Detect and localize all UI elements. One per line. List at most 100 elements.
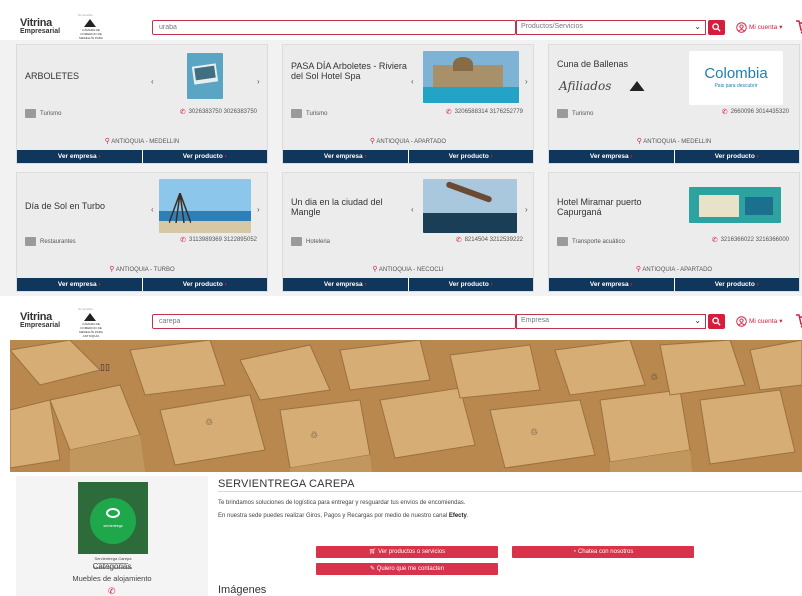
sector-icon [291,109,302,118]
phone-icon: ✆ [179,109,186,116]
card-title[interactable]: Cuna de Ballenas [557,59,675,69]
logo-line2: Empresarial [20,322,61,329]
card-phone: ✆ 8214504 3212539222 [455,237,523,244]
ver-producto-button[interactable]: Ver producto › [141,150,267,163]
servientrega-icon [106,508,120,518]
location-pin-icon: ⚲ [372,266,378,273]
search-input[interactable] [152,313,516,329]
card-image[interactable] [423,51,519,103]
signature-logo: Afiliados [559,79,612,93]
logo-line1: Vitrina [20,17,52,29]
card-sector: Restaurantes [25,237,76,246]
company-sidebar: servientrega Servientrega Carepa Mundo d… [16,476,208,596]
edit-icon: ✎ [369,566,375,572]
card-title[interactable]: ARBOLETES [25,71,143,81]
chevron-right-icon: › [490,153,493,160]
chevron-right-icon[interactable]: › [525,205,528,214]
card-image[interactable] [689,187,781,223]
ver-producto-button[interactable]: Ver producto › [673,150,799,163]
category-select[interactable]: Empresa ⌄ [516,313,706,329]
chevron-right-icon: › [224,153,227,160]
category-value[interactable]: Muebles de alojamiento [16,574,208,583]
phone-icon[interactable]: ✆ [108,586,116,596]
chat-button[interactable]: ◔ Chatea con nosotros [512,546,694,558]
camara-emblem-icon [84,313,96,321]
chevron-right-icon[interactable]: › [525,77,528,86]
chevron-right-icon[interactable]: › [257,205,260,214]
vitrina-logo[interactable]: Vitrina Empresarial [20,18,68,36]
ver-empresa-button[interactable]: Ver empresa › [17,278,142,291]
phone-icon: ✆ [180,237,187,244]
sector-icon [557,109,568,118]
images-heading: Imágenes [218,584,267,596]
chevron-right-icon[interactable]: › [257,77,260,86]
chevron-down-icon: ⌄ [694,21,701,31]
sector-icon [25,237,36,246]
chevron-left-icon[interactable]: ‹ [151,77,154,86]
card-location: ⚲ ANTIOQUIA - APARTADO [369,138,447,145]
svg-text:♲: ♲ [530,428,538,438]
chevron-right-icon: › [224,281,227,288]
colombia-logo[interactable]: Colombia Pais para descubrir [689,51,783,105]
card-sector: Hoteleria [291,237,330,246]
ver-producto-button[interactable]: Ver producto › [407,278,533,291]
account-menu[interactable]: Mi cuenta ▾ [736,315,782,327]
search-button[interactable] [708,19,725,35]
card-title[interactable]: Día de Sol en Turbo [25,201,143,211]
product-card: PASA DÍA Arboletes - Riviera del Sol Hot… [282,44,534,164]
svg-text:♲: ♲ [310,431,318,441]
location-pin-icon: ⚲ [104,138,110,145]
ver-producto-button[interactable]: Ver producto › [141,278,267,291]
card-phone: ✆ 3216366022 3216366000 [711,237,789,244]
ver-producto-button[interactable]: Ver producto › [407,150,533,163]
chevron-right-icon: › [98,281,101,288]
account-menu[interactable]: Mi cuenta ▾ [736,21,782,33]
ver-producto-button[interactable]: Ver producto › [673,278,799,291]
search-button[interactable] [708,313,725,329]
chevron-left-icon[interactable]: ‹ [151,205,154,214]
ver-empresa-button[interactable]: Ver empresa › [17,150,142,163]
card-image[interactable] [159,179,251,233]
product-card: ARBOLETES ‹ › Turismo ✆ 3026383750 302638… [16,44,268,164]
user-icon [736,21,747,33]
logo-line1: Vitrina [20,311,52,323]
ver-empresa-button[interactable]: Ver empresa › [549,150,674,163]
boxes-illustration: ♲ ♲ ♲ ♲ ▯▯ [10,340,802,472]
category-select[interactable]: Productos/Servicios ⌄ [516,19,706,35]
svg-text:♲: ♲ [205,418,213,428]
cart-icon[interactable] [796,20,802,34]
search-input[interactable] [152,19,516,35]
card-location: ⚲ ANTIOQUIA - MEDELLIN [104,138,180,145]
chevron-left-icon[interactable]: ‹ [411,205,414,214]
company-logo: servientrega [78,482,148,554]
card-image[interactable] [423,179,517,233]
phone-icon: ✆ [455,237,462,244]
chevron-right-icon: › [98,153,101,160]
vitrina-logo[interactable]: Vitrina Empresarial [20,312,68,330]
chevron-right-icon: › [364,281,367,288]
card-sector: Turismo [291,109,327,118]
product-card: Hotel Miramar puerto Capurganá Transport… [548,172,800,292]
card-title[interactable]: Hotel Miramar puerto Capurganá [557,197,675,217]
cart-icon[interactable] [796,314,802,328]
phone-icon: ✆ [721,109,728,116]
card-title[interactable]: Un dia en la ciudad del Mangle [291,197,409,217]
card-location: ⚲ ANTIOQUIA - NECOCLI [372,266,444,273]
chevron-left-icon[interactable]: ‹ [411,77,414,86]
top-header: Vitrina Empresarial Un servicio CÁMARA D… [16,13,802,44]
location-pin-icon: ⚲ [369,138,376,145]
card-image[interactable] [187,53,223,99]
svg-text:♲: ♲ [650,373,658,383]
ver-empresa-button[interactable]: Ver empresa › [549,278,674,291]
ver-empresa-button[interactable]: Ver empresa › [283,150,408,163]
card-title[interactable]: PASA DÍA Arboletes - Riviera del Sol Hot… [291,61,409,81]
location-pin-icon: ⚲ [635,266,642,273]
sector-icon [557,237,568,246]
chevron-right-icon: › [490,281,493,288]
ver-empresa-button[interactable]: Ver empresa › [283,278,408,291]
card-location: ⚲ ANTIOQUIA - TURBO [109,266,175,273]
divider [218,491,802,492]
contact-me-button[interactable]: ✎ Quiero que me contacten [316,563,498,575]
user-icon [736,315,747,327]
view-products-button[interactable]: 🛒︎ Ver productos o servicios [316,546,498,558]
